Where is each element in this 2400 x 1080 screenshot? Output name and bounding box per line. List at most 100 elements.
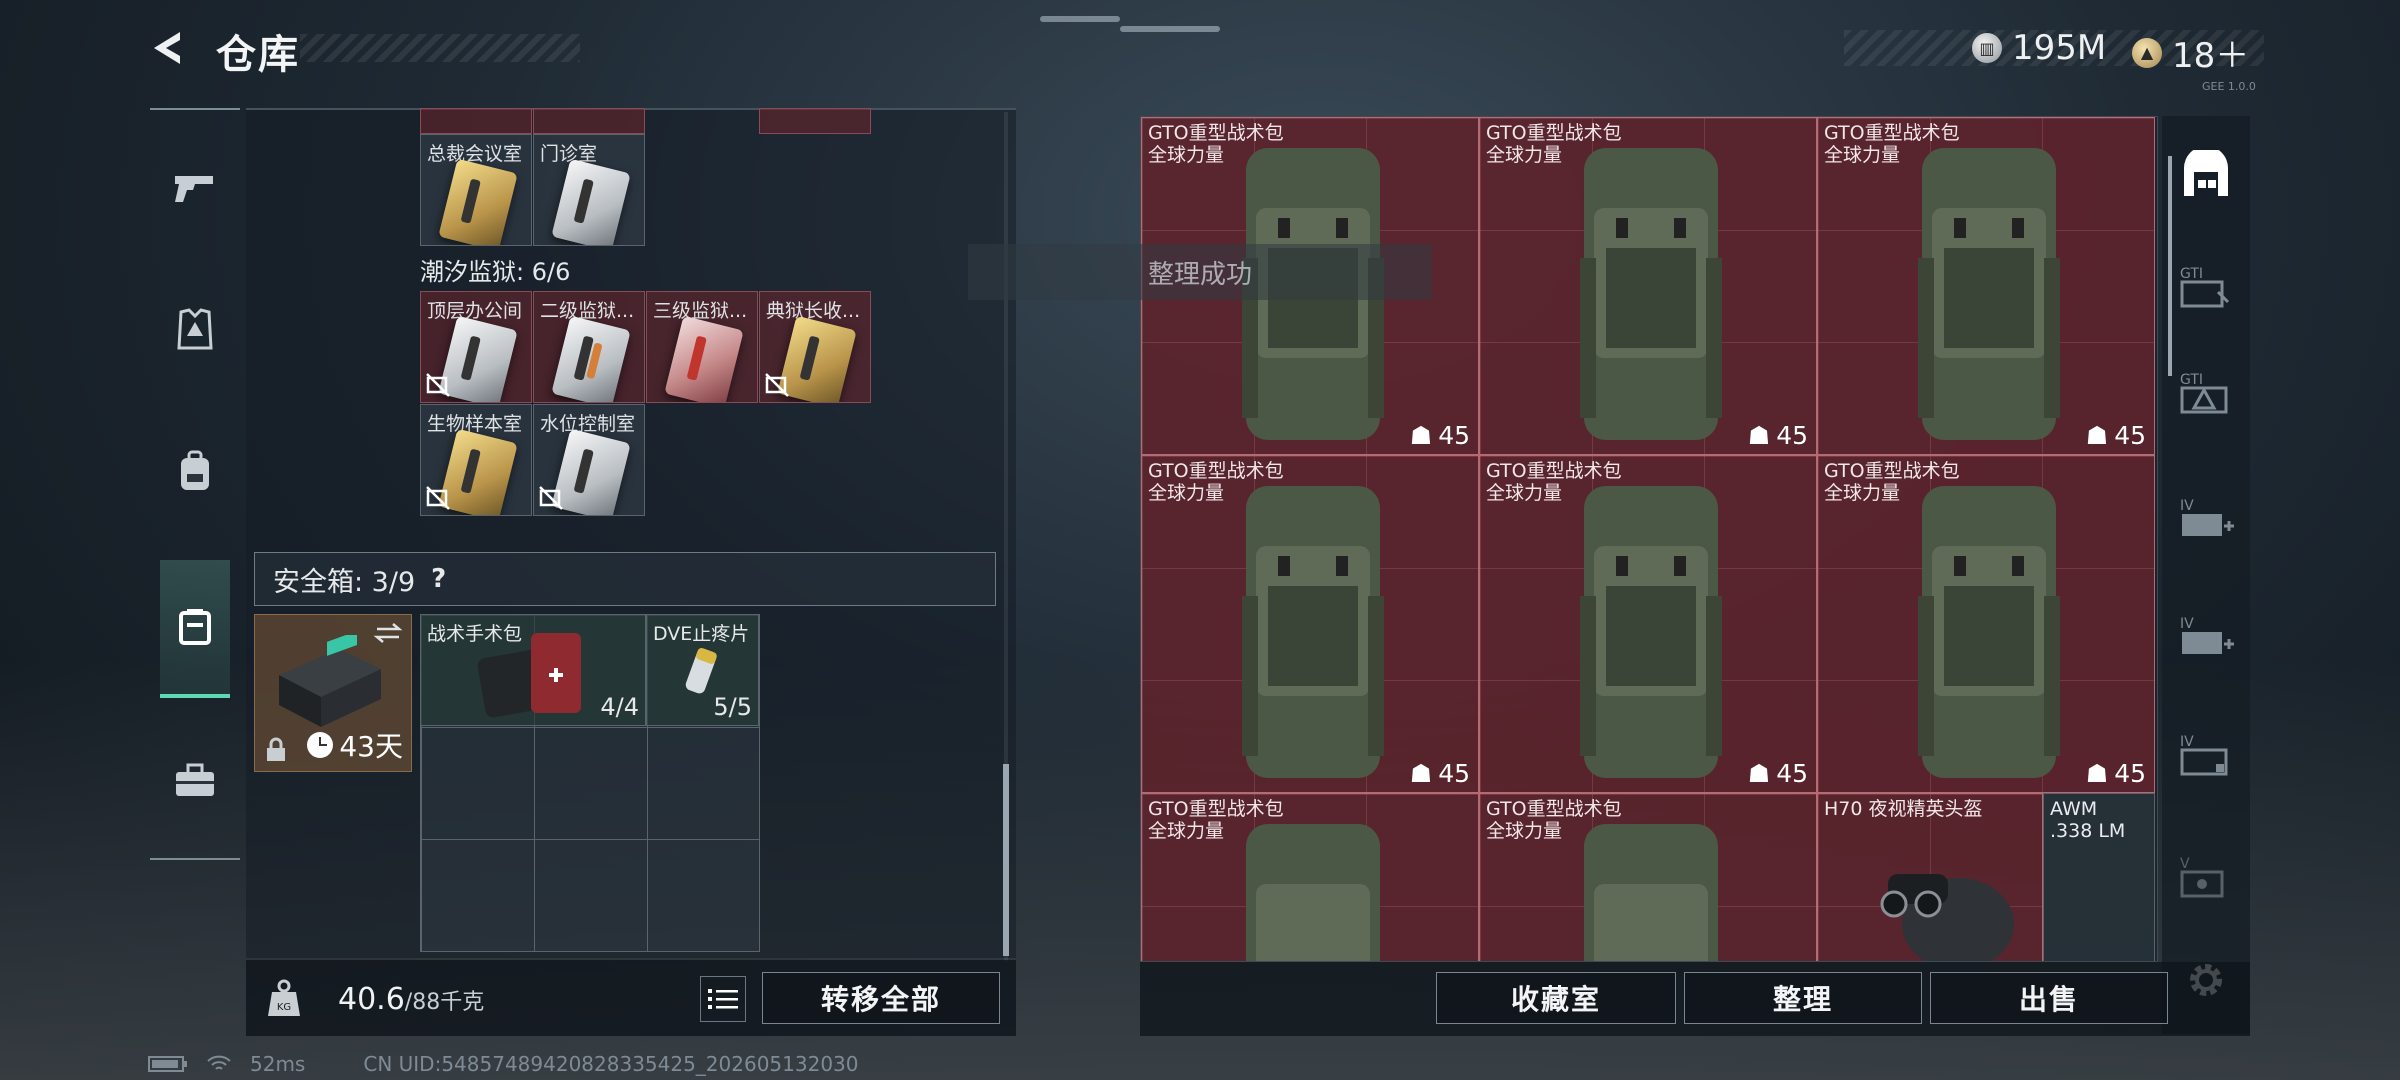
key-label: 总裁会议室 bbox=[427, 143, 523, 165]
stash-item-backpack[interactable]: GTO重型战术包 全球力量 bbox=[1479, 793, 1817, 961]
v-box-icon: V bbox=[2180, 856, 2224, 898]
weight-value: 40.6/88千克 bbox=[338, 982, 484, 1017]
item-name: H70 夜视精英头盔 bbox=[1824, 798, 1983, 820]
rail-weapons[interactable] bbox=[150, 138, 240, 238]
swap-icon[interactable] bbox=[373, 621, 403, 645]
rail-safebox[interactable] bbox=[160, 560, 230, 698]
key-label: 典狱长收... bbox=[766, 300, 861, 322]
backpack-item-icon bbox=[1918, 486, 2060, 778]
item-brand: 全球力量 bbox=[1486, 482, 1563, 504]
durability: ☗ 45 bbox=[1410, 421, 1470, 450]
key-slot-partial[interactable] bbox=[420, 108, 532, 134]
no-bind-icon bbox=[765, 373, 789, 397]
svg-text:IV: IV bbox=[2180, 498, 2194, 514]
safebox-header: 安全箱: 3/9 ? bbox=[254, 552, 996, 606]
key-slot[interactable]: 生物样本室 bbox=[420, 404, 532, 516]
backpack-item-icon bbox=[1580, 148, 1722, 440]
title-decoration bbox=[300, 34, 580, 62]
key-slot[interactable]: 三级监狱... bbox=[646, 291, 758, 403]
currency-silver[interactable]: ▥ 195M bbox=[1972, 28, 2106, 68]
back-arrow-icon bbox=[154, 32, 180, 64]
stash-main-tab[interactable] bbox=[2172, 134, 2240, 214]
helmet-icon-small: ☗ bbox=[2085, 421, 2109, 450]
item-name: GTO重型战术包 bbox=[1486, 122, 1622, 144]
iv-add-icon: IV bbox=[2180, 498, 2234, 536]
help-button[interactable]: ? bbox=[431, 564, 446, 594]
stash-tab-rail: GTI GTI IV IV IV V bbox=[2162, 116, 2250, 1034]
transfer-all-button[interactable]: 转移全部 bbox=[762, 972, 1000, 1024]
item-name: GTO重型战术包 bbox=[1824, 460, 1960, 482]
no-bind-icon bbox=[426, 486, 450, 510]
item-name: GTO重型战术包 bbox=[1486, 798, 1622, 820]
stash-item-backpack[interactable]: GTO重型战术包 全球力量 ☗ 45 bbox=[1479, 117, 1817, 455]
stash-item-backpack[interactable]: GTO重型战术包 全球力量 ☗ 45 bbox=[1479, 455, 1817, 793]
weight-current: 40.6 bbox=[338, 982, 405, 1017]
lock-icon bbox=[267, 737, 285, 761]
back-button[interactable] bbox=[148, 26, 192, 70]
version-tag: GEE 1.0.0 bbox=[2202, 80, 2256, 93]
svg-text:IV: IV bbox=[2180, 616, 2194, 632]
key-label: 三级监狱... bbox=[653, 300, 748, 322]
night-vision-helmet-icon bbox=[1880, 874, 2014, 961]
key-slot[interactable]: 二级监狱... bbox=[533, 291, 645, 403]
silver-coin-icon: ▥ bbox=[1972, 33, 2002, 63]
rail-toolbox[interactable] bbox=[150, 730, 240, 830]
wifi-icon bbox=[207, 1055, 231, 1070]
gti-tab-2[interactable]: GTI bbox=[2172, 352, 2240, 432]
currency-gold[interactable]: ▲ 18＋ bbox=[2132, 28, 2249, 77]
backpack-icon bbox=[181, 450, 209, 490]
stash-item-ammo[interactable]: AWM .338 LM bbox=[2043, 793, 2155, 961]
item-count: 4/4 bbox=[600, 693, 639, 721]
iv-tab-3[interactable]: IV bbox=[2172, 714, 2240, 794]
list-view-button[interactable] bbox=[700, 976, 746, 1022]
svg-text:KG: KG bbox=[277, 1002, 291, 1013]
weight-bar: KG 40.6/88千克 转移全部 bbox=[246, 960, 1016, 1036]
key-slot-partial[interactable] bbox=[759, 108, 871, 134]
stash-item-backpack[interactable]: GTO重型战术包 全球力量 bbox=[1141, 793, 1479, 961]
no-bind-icon bbox=[539, 486, 563, 510]
rail-backpack[interactable] bbox=[150, 422, 240, 522]
helmet-icon-small: ☗ bbox=[1409, 421, 1433, 450]
stash-item-backpack[interactable]: GTO重型战术包 全球力量 ☗ 45 bbox=[1817, 117, 2155, 455]
item-name: GTO重型战术包 bbox=[1148, 798, 1284, 820]
stash-item-backpack[interactable]: GTO重型战术包 全球力量 ☗ 45 bbox=[1817, 455, 2155, 793]
item-name: GTO重型战术包 bbox=[1148, 122, 1284, 144]
stash-grid[interactable]: GTO重型战术包 全球力量 ☗ 45 GTO重型战术包 全球力量 ☗ 45 GTO重型战… bbox=[1140, 116, 2158, 962]
svg-text:GTI: GTI bbox=[2180, 372, 2203, 388]
backpack-item-icon bbox=[1242, 486, 1384, 778]
rail-armor[interactable] bbox=[150, 280, 240, 380]
helmet-icon-small: ☗ bbox=[1409, 759, 1433, 788]
item-brand: 全球力量 bbox=[1148, 144, 1225, 166]
safebox-item-painkiller[interactable]: DVE止疼片 5/5 bbox=[646, 614, 759, 726]
gti-box-icon: GTI bbox=[2180, 266, 2230, 308]
key-slot[interactable]: 门诊室 bbox=[533, 134, 645, 246]
iv-add-icon: IV bbox=[2180, 616, 2234, 654]
safebox-item-medkit[interactable]: 战术手术包 4/4 bbox=[420, 614, 646, 726]
key-slot[interactable]: 典狱长收... bbox=[759, 291, 871, 403]
stash-item-backpack[interactable]: GTO重型战术包 全球力量 ☗ 45 bbox=[1141, 455, 1479, 793]
collection-button[interactable]: 收藏室 bbox=[1436, 972, 1676, 1024]
safebox-container[interactable]: 43天 bbox=[254, 614, 412, 772]
category-rail bbox=[150, 108, 240, 860]
v-tab[interactable]: V bbox=[2172, 836, 2240, 916]
iv-tab-2[interactable]: IV bbox=[2172, 596, 2240, 676]
iv-folder-icon: IV bbox=[2180, 734, 2228, 776]
durability: ☗ 45 bbox=[2086, 421, 2146, 450]
currency-gold-value: 18＋ bbox=[2172, 36, 2250, 76]
backpack-item-icon bbox=[1918, 148, 2060, 440]
iv-tab-1[interactable]: IV bbox=[2172, 478, 2240, 558]
key-slot[interactable]: 总裁会议室 bbox=[420, 134, 532, 246]
helmet-icon-small: ☗ bbox=[1747, 421, 1771, 450]
key-slot[interactable]: 水位控制室 bbox=[533, 404, 645, 516]
key-slot[interactable]: 顶层办公间 bbox=[420, 291, 532, 403]
gti-tab-1[interactable]: GTI bbox=[2172, 246, 2240, 326]
keycard-icon bbox=[551, 158, 631, 245]
organize-button[interactable]: 整理 bbox=[1684, 972, 1922, 1024]
stash-item-helmet[interactable]: H70 夜视精英头盔 bbox=[1817, 793, 2043, 961]
sell-button[interactable]: 出售 bbox=[1930, 972, 2168, 1024]
no-bind-icon bbox=[426, 373, 450, 397]
stash-action-bar: 收藏室 整理 出售 bbox=[1140, 962, 2250, 1036]
inventory-scrollbar-thumb[interactable] bbox=[1003, 764, 1009, 956]
backpack-item-icon bbox=[1580, 486, 1722, 778]
key-slot-partial[interactable] bbox=[533, 108, 645, 134]
